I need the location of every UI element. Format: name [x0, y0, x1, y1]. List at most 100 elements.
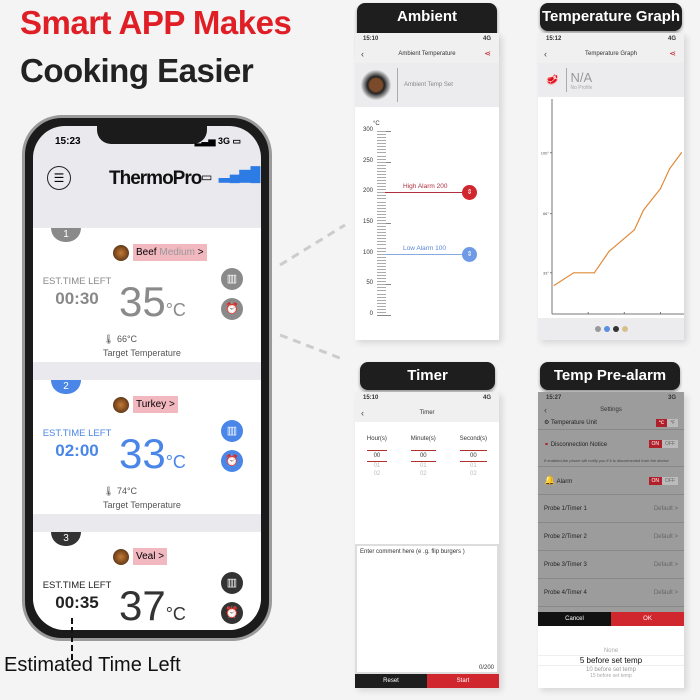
start-button[interactable]: Start [427, 674, 499, 688]
scale-minor-tick [377, 149, 386, 151]
data-point [573, 272, 575, 274]
share-icon[interactable]: ⋖ [669, 45, 676, 63]
food-image [113, 396, 129, 413]
temperature-line [553, 152, 682, 286]
high-alarm-handle-icon[interactable]: ⇕ [462, 185, 477, 201]
est-time: EST.TIME LEFT 00:30 [37, 276, 117, 309]
scale-minor-tick [377, 311, 386, 313]
probe-card-1[interactable]: 1 Beef Medium > EST.TIME LEFT 00:30 35°C … [33, 228, 261, 362]
page-dot[interactable] [621, 326, 628, 332]
row-value: Default > [653, 533, 678, 540]
scale-minor-tick [377, 275, 386, 277]
food-selector[interactable]: Beef Medium > [113, 244, 207, 261]
picker-value[interactable]: 02 [367, 470, 387, 478]
scale-minor-tick [377, 293, 386, 295]
page-dot[interactable] [594, 326, 601, 332]
probe-timer-row[interactable]: Probe 4/Timer 4 Default > [538, 579, 684, 607]
scale-minor-tick [377, 308, 386, 310]
data-point [659, 187, 662, 190]
picker-value[interactable]: 00 [459, 450, 488, 462]
picker-value[interactable]: 02 [411, 470, 436, 478]
page-dot[interactable] [612, 326, 619, 332]
picker-value[interactable]: 01 [411, 462, 436, 470]
target-label: Target Temperature [103, 348, 181, 358]
food-selector[interactable]: Turkey > [113, 396, 178, 413]
scale-minor-tick [377, 195, 386, 197]
alarm-clock-icon[interactable]: ⏰ [221, 298, 243, 320]
option-selected[interactable]: 5 before set temp [538, 655, 684, 666]
screen-title: Settings [600, 407, 622, 413]
scale-minor-tick [377, 204, 386, 206]
hour-picker[interactable]: Hour(s) 00 01 02 [366, 436, 387, 478]
cancel-button[interactable]: Cancel [538, 612, 611, 626]
alarm-toggle[interactable]: ON OFF [648, 476, 678, 485]
reset-button[interactable]: Reset [355, 674, 427, 688]
scale-minor-tick [377, 173, 386, 175]
meat-icon: 🥩 [546, 74, 559, 86]
timer-pill: Timer [360, 362, 495, 390]
network-label: 3G [217, 136, 230, 146]
chevron-right-icon: > [158, 551, 165, 562]
status-time: 15:27 [546, 395, 562, 401]
picker-value[interactable]: 00 [410, 450, 436, 462]
row-label: Probe 4/Timer 4 [544, 589, 587, 596]
temperature-scale[interactable]: 300 250 200 150 100 50 0 High Alarm 200 ⇕ Low Ala… [355, 127, 499, 321]
graph-icon[interactable]: ▥ [221, 420, 243, 442]
network-label: 3G [667, 395, 676, 401]
scale-minor-tick [377, 131, 386, 132]
temp-value: 37 [119, 582, 166, 629]
scale-minor-tick [377, 299, 386, 301]
menu-icon[interactable]: ☰ [47, 166, 71, 190]
option[interactable]: None [538, 648, 684, 654]
page-indicator[interactable] [538, 318, 684, 340]
scale-minor-tick [377, 272, 386, 274]
temp-unit: °C [165, 452, 186, 472]
scale-minor-tick [377, 216, 386, 218]
probe-timer-row[interactable]: Probe 3/Timer 3 Default > [538, 551, 684, 579]
picker-value[interactable]: 01 [460, 462, 487, 470]
ambient-header: Ambient Temp Set [355, 63, 499, 107]
settings-dimmed: 15:27 3G ‹ Settings ⚙ Temperature Unit ℃ ℉ ⚭… [538, 392, 684, 624]
minute-picker[interactable]: Minute(s) 00 01 02 [410, 436, 436, 478]
share-icon[interactable]: ⋖ [484, 45, 491, 63]
second-picker[interactable]: Second(s) 00 01 02 [459, 436, 488, 478]
data-point [593, 272, 595, 274]
ok-button[interactable]: OK [611, 612, 684, 626]
probe-card-2[interactable]: 2 Turkey > EST.TIME LEFT 02:00 33°C ▥ ⏰ 🌡… [33, 380, 261, 514]
scale-unit: °C [373, 121, 380, 127]
main-phone: 15:23 ▂▃▅ 3G ▭ ☰ ThermoPro ▭ ▂▄▆█ 1 Beef… [22, 115, 272, 641]
probe-timer-row[interactable]: Probe 2/Timer 2 Default > [538, 523, 684, 551]
probe-card-3[interactable]: 3 Veal > EST.TIME LEFT 00:35 37°C ▥ ⏰ [33, 532, 261, 630]
temperature-chart: 100° 66° 33° [541, 99, 684, 315]
scale-minor-tick [377, 158, 386, 160]
alarm-clock-icon[interactable]: ⏰ [221, 450, 243, 472]
prealarm-picker[interactable]: None 5 before set temp 10 before set tem… [538, 648, 684, 679]
back-icon[interactable]: ‹ [361, 45, 364, 63]
low-alarm-handle-icon[interactable]: ⇕ [462, 246, 477, 262]
back-icon[interactable]: ‹ [361, 404, 364, 422]
food-selector[interactable]: Veal > [113, 548, 168, 565]
picker-value[interactable]: 02 [460, 470, 487, 478]
food-name: Beef [136, 247, 157, 258]
alarm-clock-icon[interactable]: ⏰ [221, 602, 243, 624]
network-label: 4G [482, 395, 491, 401]
scale-minor-tick [377, 305, 386, 307]
graph-icon[interactable]: ▥ [221, 572, 243, 594]
row-value: Default > [653, 589, 678, 596]
picker-value[interactable]: 01 [367, 462, 387, 470]
probe-timer-row[interactable]: Probe 1/Timer 1 Default > [538, 495, 684, 523]
target-label: Target Temperature [103, 500, 181, 510]
page-dot[interactable] [603, 326, 610, 332]
scale-label: 300 [362, 127, 373, 133]
back-icon[interactable]: ‹ [544, 404, 547, 416]
disconnect-toggle[interactable]: ON OFF [648, 440, 678, 448]
picker-value[interactable]: 00 [366, 450, 387, 462]
back-icon[interactable]: ‹ [544, 45, 547, 63]
screen-title: Timer [419, 410, 435, 416]
graph-icon[interactable]: ▥ [221, 268, 243, 290]
est-label: EST.TIME LEFT [42, 580, 112, 591]
picker-label: Hour(s) [366, 436, 387, 442]
scale-minor-tick [377, 198, 386, 200]
option[interactable]: 15 before set temp [538, 673, 684, 679]
comment-input[interactable]: Enter comment here (e .g. flip burgers )… [357, 546, 497, 672]
